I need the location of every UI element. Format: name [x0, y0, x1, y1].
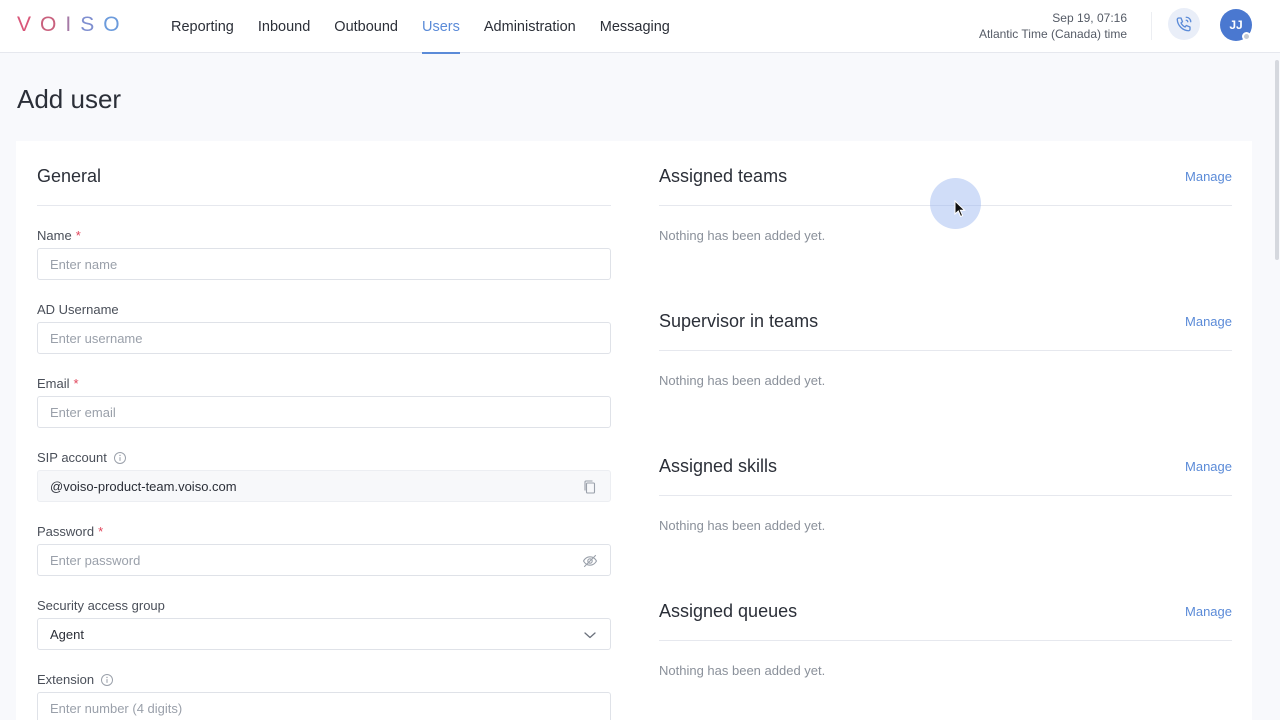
- empty-state-text: Nothing has been added yet.: [659, 663, 826, 678]
- password-input[interactable]: [38, 545, 610, 575]
- clock-date: Sep 19, 07:16: [1052, 11, 1127, 25]
- manage-supervisor-teams-link[interactable]: Manage: [1185, 314, 1232, 329]
- sip-account-label-text: SIP account: [37, 450, 107, 465]
- eye-off-icon[interactable]: [582, 553, 598, 574]
- ad-username-input[interactable]: [38, 323, 610, 353]
- email-field[interactable]: [37, 396, 611, 428]
- top-bar: V O I S O Reporting Inbound Outbound Use…: [0, 0, 1280, 54]
- security-group-label-text: Security access group: [37, 598, 165, 613]
- extension-label: Extension: [37, 672, 114, 687]
- logo-letter-v: V: [17, 13, 41, 36]
- nav-item-messaging[interactable]: Messaging: [600, 0, 670, 53]
- general-divider: [37, 205, 611, 206]
- info-icon[interactable]: [100, 673, 114, 687]
- logo-letter-o2: O: [103, 13, 129, 36]
- nav-item-users[interactable]: Users: [422, 0, 460, 54]
- empty-state-text: Nothing has been added yet.: [659, 228, 826, 243]
- required-marker: *: [73, 376, 79, 391]
- email-label-text: Email: [37, 376, 70, 391]
- name-input[interactable]: [38, 249, 610, 279]
- ad-username-label: AD Username: [37, 302, 119, 317]
- extension-input[interactable]: [38, 693, 610, 720]
- phone-icon: [1176, 16, 1192, 32]
- extension-field[interactable]: [37, 692, 611, 720]
- email-label: Email *: [37, 376, 79, 391]
- logo-letter-i: I: [65, 13, 81, 36]
- logo-letter-o: O: [40, 13, 66, 36]
- password-label-text: Password: [37, 524, 95, 539]
- password-label: Password *: [37, 524, 103, 539]
- logo-letter-s: S: [80, 13, 104, 36]
- clock-timezone: Atlantic Time (Canada) time: [978, 27, 1127, 41]
- name-field[interactable]: [37, 248, 611, 280]
- clock: Sep 19, 07:16 Atlantic Time (Canada) tim…: [979, 10, 1127, 42]
- assigned-skills-title: Assigned skills: [659, 456, 778, 476]
- nav-item-outbound[interactable]: Outbound: [334, 0, 398, 53]
- extension-label-text: Extension: [37, 672, 95, 687]
- manage-skills-link[interactable]: Manage: [1185, 459, 1232, 474]
- empty-state-text: Nothing has been added yet.: [659, 518, 826, 533]
- name-label-text: Name: [37, 228, 72, 243]
- ad-username-label-text: AD Username: [37, 302, 119, 317]
- status-indicator: [1242, 32, 1251, 41]
- softphone-button[interactable]: [1168, 8, 1200, 40]
- nav-item-administration[interactable]: Administration: [484, 0, 576, 53]
- security-group-value: Agent: [50, 627, 84, 642]
- nav-item-reporting[interactable]: Reporting: [171, 0, 234, 53]
- assigned-queues-title: Assigned queues: [659, 601, 798, 621]
- page-title: Add user: [17, 84, 122, 114]
- voiso-logo[interactable]: V O I S O: [17, 13, 129, 37]
- required-marker: *: [75, 228, 81, 243]
- cursor-icon: [954, 200, 966, 218]
- divider: [659, 495, 1232, 496]
- empty-state-text: Nothing has been added yet.: [659, 373, 826, 388]
- general-section-title: General: [37, 166, 102, 186]
- email-input[interactable]: [38, 397, 610, 427]
- sip-account-field: @voiso-product-team.voiso.com: [37, 470, 611, 502]
- divider: [659, 640, 1232, 641]
- copy-icon[interactable]: [582, 479, 598, 500]
- scrollbar[interactable]: [1275, 60, 1279, 260]
- name-label: Name *: [37, 228, 81, 243]
- ad-username-field[interactable]: [37, 322, 611, 354]
- divider: [659, 350, 1232, 351]
- sip-account-value: @voiso-product-team.voiso.com: [50, 479, 237, 494]
- nav-item-inbound[interactable]: Inbound: [258, 0, 310, 53]
- required-marker: *: [98, 524, 104, 539]
- sip-account-label: SIP account: [37, 450, 127, 465]
- password-field[interactable]: [37, 544, 611, 576]
- supervisor-in-teams-title: Supervisor in teams: [659, 311, 819, 331]
- info-icon[interactable]: [113, 451, 127, 465]
- manage-queues-link[interactable]: Manage: [1185, 604, 1232, 619]
- assigned-teams-title: Assigned teams: [659, 166, 788, 186]
- security-group-label: Security access group: [37, 598, 165, 613]
- chevron-down-icon: [582, 627, 598, 648]
- security-group-select[interactable]: Agent: [37, 618, 611, 650]
- divider: [1151, 12, 1152, 40]
- main-nav: Reporting Inbound Outbound Users Adminis…: [171, 0, 694, 54]
- manage-teams-link[interactable]: Manage: [1185, 169, 1232, 184]
